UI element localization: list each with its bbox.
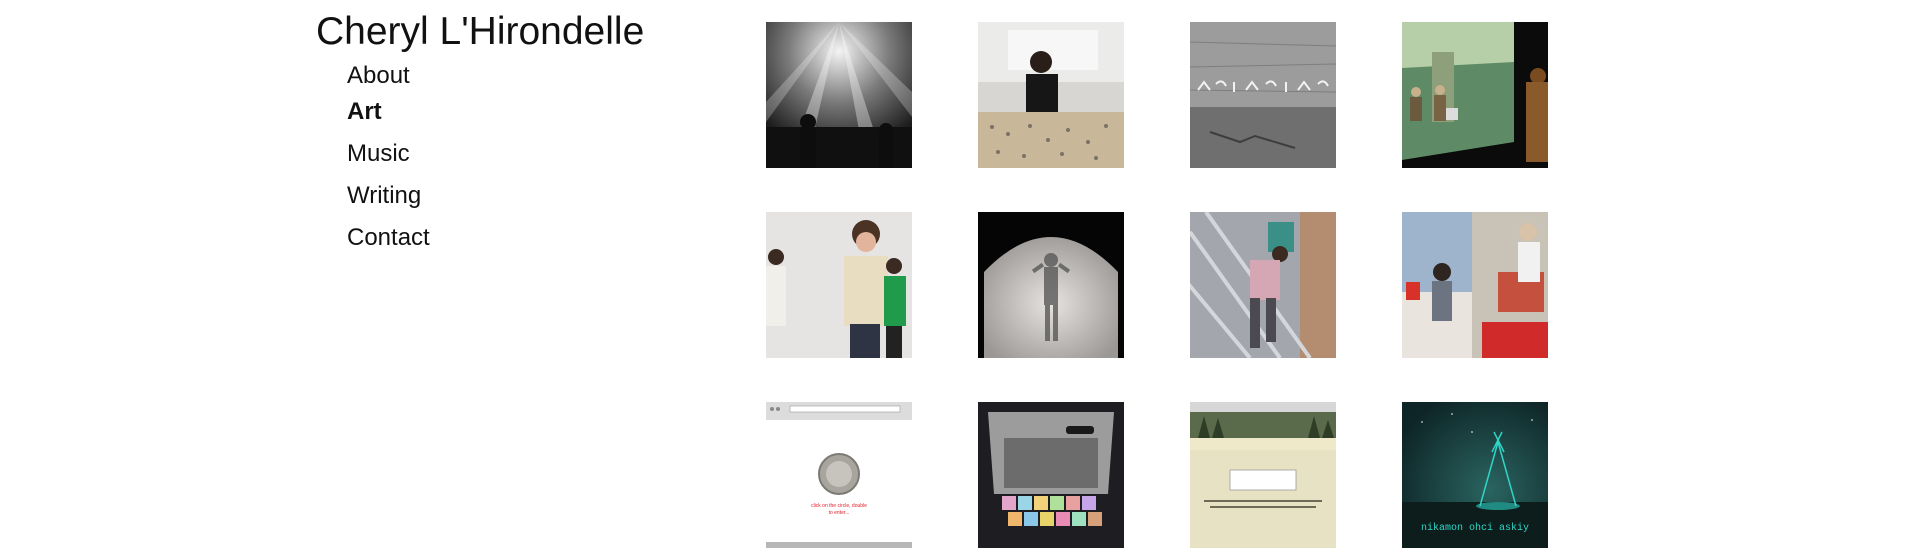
- nav-item-about[interactable]: About: [347, 62, 410, 90]
- gallery-thumb-5[interactable]: [766, 212, 912, 358]
- stone-wall-syllabics-photo: [1190, 22, 1336, 168]
- car-window-blocks-photo: [978, 402, 1124, 548]
- projection-screen-photo: [1402, 22, 1548, 168]
- gallery-thumb-6[interactable]: [978, 212, 1124, 358]
- tipi-caption: nikamon ohci askiy: [1421, 522, 1529, 534]
- gallery-thumb-2[interactable]: [978, 22, 1124, 168]
- nav-link-contact[interactable]: Contact: [347, 224, 430, 251]
- gallery-thumb-8[interactable]: [1402, 212, 1548, 358]
- concert-lights-photo: [766, 22, 912, 168]
- website-screenshot-forest: [1190, 402, 1336, 548]
- tipi-night-sky-artwork: nikamon ohci askiy: [1402, 402, 1548, 548]
- performer-table-photo: [978, 22, 1124, 168]
- nav-link-music[interactable]: Music: [347, 140, 410, 167]
- gallery-thumb-9[interactable]: click on the circle, double to enter...: [766, 402, 912, 548]
- canada-flags-photo: [1402, 212, 1548, 358]
- website-screenshot-medallion: click on the circle, double to enter...: [766, 402, 912, 548]
- gallery-thumb-12[interactable]: nikamon ohci askiy: [1402, 402, 1548, 548]
- silhouette-tent-photo: [978, 212, 1124, 358]
- medallion-caption-line1: click on the circle, double: [811, 503, 867, 509]
- nav-link-writing[interactable]: Writing: [347, 182, 421, 209]
- climbing-railing-photo: [1190, 212, 1336, 358]
- gallery-thumb-1[interactable]: [766, 22, 912, 168]
- nav-item-music[interactable]: Music: [347, 140, 410, 168]
- nav-item-art[interactable]: Art: [347, 98, 382, 126]
- nav-link-about[interactable]: About: [347, 62, 410, 89]
- gallery-thumb-3[interactable]: [1190, 22, 1336, 168]
- gallery-visitors-photo: [766, 212, 912, 358]
- gallery-thumb-10[interactable]: [978, 402, 1124, 548]
- gallery-thumb-7[interactable]: [1190, 212, 1336, 358]
- gallery-thumb-11[interactable]: [1190, 402, 1336, 548]
- medallion-caption-line2: to enter...: [829, 510, 850, 516]
- site-title[interactable]: Cheryl L'Hirondelle: [316, 8, 644, 56]
- nav-item-contact[interactable]: Contact: [347, 224, 430, 252]
- gallery-thumb-4[interactable]: [1402, 22, 1548, 168]
- nav-link-art[interactable]: Art: [347, 98, 382, 125]
- nav-item-writing[interactable]: Writing: [347, 182, 421, 210]
